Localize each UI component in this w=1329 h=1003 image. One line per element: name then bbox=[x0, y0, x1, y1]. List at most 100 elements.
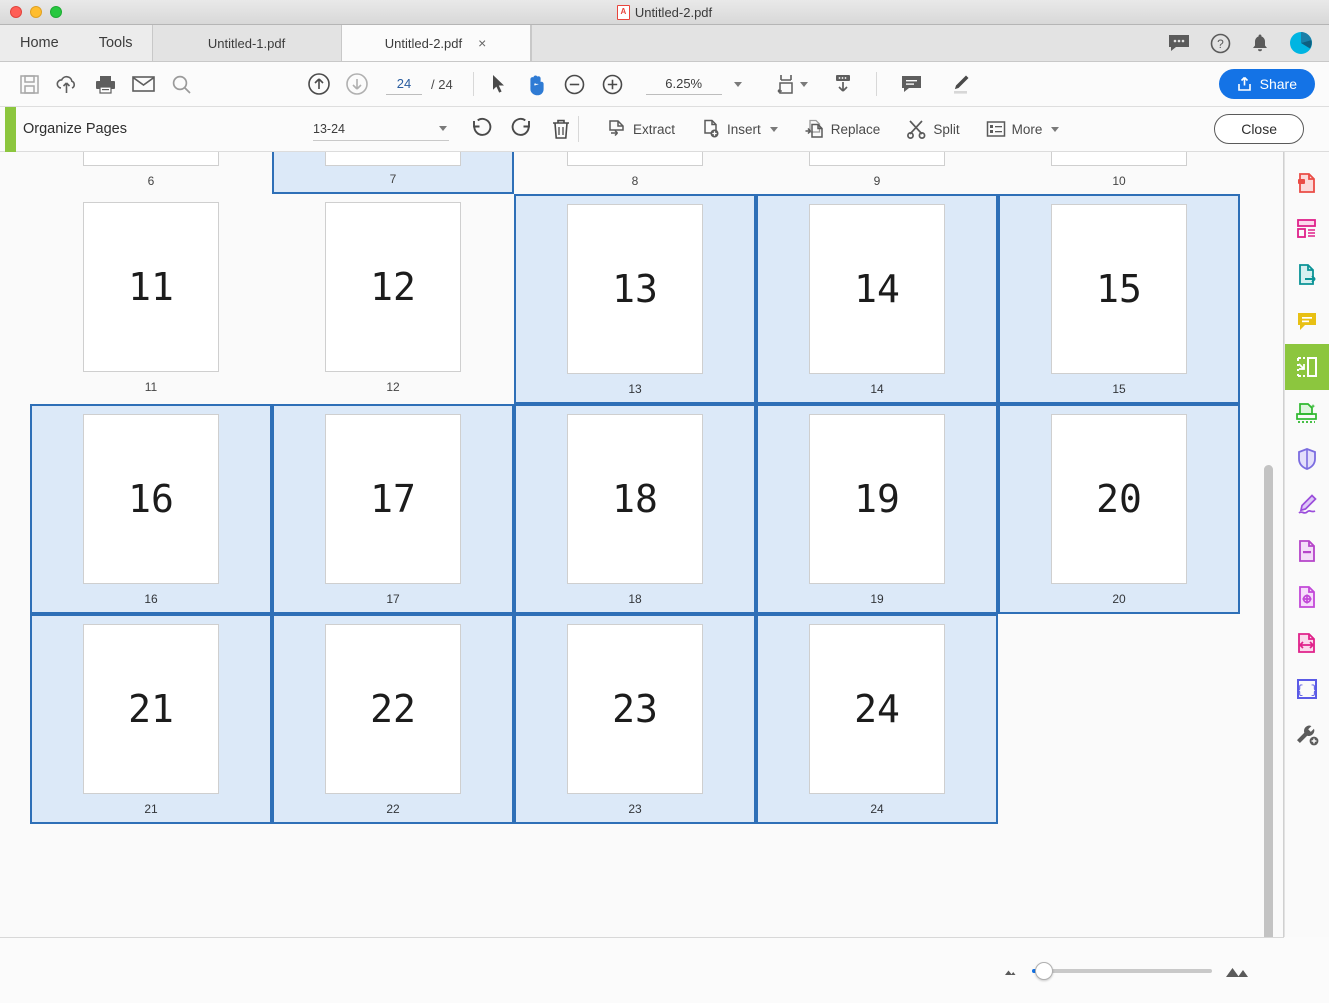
sidebar-item-redact[interactable] bbox=[1285, 574, 1329, 620]
insert-button[interactable]: Insert bbox=[692, 113, 787, 145]
page-thumbnail-20[interactable]: 20 20 bbox=[998, 404, 1240, 614]
bell-icon[interactable] bbox=[1251, 33, 1269, 53]
slider-knob[interactable] bbox=[1035, 961, 1053, 980]
rotate-clockwise-icon[interactable] bbox=[502, 112, 540, 146]
sidebar-item-optimize-pdf[interactable] bbox=[1285, 620, 1329, 666]
replace-button[interactable]: Replace bbox=[795, 113, 890, 145]
replace-icon bbox=[804, 119, 825, 139]
nav-home[interactable]: Home bbox=[0, 25, 79, 61]
page-thumbnail-image bbox=[325, 152, 461, 166]
sidebar-item-fill-and-sign[interactable] bbox=[1285, 482, 1329, 528]
sidebar-item-organize-pages[interactable] bbox=[1284, 344, 1329, 390]
nav-tools[interactable]: Tools bbox=[79, 25, 153, 61]
zoom-in-icon[interactable] bbox=[594, 67, 632, 101]
sidebar-item-prepare-form[interactable]: { } bbox=[1285, 666, 1329, 712]
page-thumbnail-image: 21 bbox=[83, 624, 219, 794]
page-thumbnail-image: 14 bbox=[809, 204, 945, 374]
large-thumbnail-icon[interactable] bbox=[1224, 962, 1254, 980]
tab-untitled-2[interactable]: Untitled-2.pdf × bbox=[340, 25, 531, 61]
thumbnail-size-slider[interactable] bbox=[1032, 961, 1212, 980]
small-thumbnail-icon[interactable] bbox=[1000, 964, 1020, 978]
page-thumbnail-10[interactable]: 10 bbox=[998, 152, 1240, 194]
page-thumbnail-24[interactable]: 24 24 bbox=[756, 614, 998, 824]
sidebar-item-export-pdf[interactable] bbox=[1285, 252, 1329, 298]
page-up-icon[interactable] bbox=[300, 67, 338, 101]
page-thumbnail-17[interactable]: 17 17 bbox=[272, 404, 514, 614]
extract-button[interactable]: Extract bbox=[598, 113, 684, 145]
trash-icon[interactable] bbox=[542, 112, 580, 146]
tab-untitled-1[interactable]: Untitled-1.pdf bbox=[151, 25, 342, 61]
zoom-level-field[interactable]: 6.25% bbox=[645, 73, 722, 95]
zoom-out-icon[interactable] bbox=[556, 67, 594, 101]
sidebar-item-more-tools-wrench[interactable] bbox=[1285, 712, 1329, 758]
tab-close-icon[interactable]: × bbox=[478, 36, 486, 50]
page-thumbnail-15[interactable]: 15 15 bbox=[998, 194, 1240, 404]
rotate-counterclockwise-icon[interactable] bbox=[462, 112, 500, 146]
page-thumbnail-9[interactable]: 9 bbox=[756, 152, 998, 194]
page-caption: 6 bbox=[147, 174, 155, 188]
page-thumbnail-13[interactable]: 13 13 bbox=[514, 194, 756, 404]
page-thumbnail-image: 18 bbox=[567, 414, 703, 584]
close-organize-button[interactable]: Close bbox=[1214, 114, 1304, 144]
page-thumbnail-21[interactable]: 21 21 bbox=[30, 614, 272, 824]
sidebar-item-protect-shield[interactable] bbox=[1285, 436, 1329, 482]
page-scroll-icon[interactable] bbox=[824, 67, 862, 101]
redact-icon bbox=[1296, 585, 1318, 609]
save-icon[interactable] bbox=[10, 67, 48, 101]
comment-icon[interactable] bbox=[893, 67, 931, 101]
acrobat-window: A Untitled-2.pdf Home Tools Untitled-1.p… bbox=[0, 0, 1329, 1003]
page-caption: 17 bbox=[386, 592, 400, 606]
page-thumbnail-16[interactable]: 16 16 bbox=[30, 404, 272, 614]
more-label: More bbox=[1011, 121, 1043, 137]
avatar[interactable] bbox=[1289, 31, 1313, 55]
extract-label: Extract bbox=[633, 121, 676, 137]
main-toolbar: / 24 6.25% bbox=[0, 62, 1329, 107]
organize-pages-title: Organize Pages bbox=[23, 121, 127, 137]
page-thumbnail-22[interactable]: 22 22 bbox=[272, 614, 514, 824]
vertical-scrollbar[interactable] bbox=[1264, 465, 1273, 937]
split-button[interactable]: Split bbox=[897, 113, 968, 145]
sidebar-item-create-pdf[interactable] bbox=[1285, 160, 1329, 206]
tab-bar-right-icons: ? bbox=[1152, 25, 1329, 61]
page-thumbnail-14[interactable]: 14 14 bbox=[756, 194, 998, 404]
print-icon[interactable] bbox=[86, 67, 124, 101]
svg-text:?: ? bbox=[1217, 37, 1224, 51]
page-thumbnail-8[interactable]: 8 bbox=[514, 152, 756, 194]
page-number-input[interactable] bbox=[386, 73, 422, 95]
sidebar-item-enhance-scans[interactable] bbox=[1285, 390, 1329, 436]
comment-bubble-icon[interactable] bbox=[1168, 34, 1190, 52]
more-button[interactable]: More bbox=[977, 113, 1069, 145]
page-thumbnail-18[interactable]: 18 18 bbox=[514, 404, 756, 614]
page-row: 21 21 22 22 23 23 24 24 bbox=[30, 614, 1253, 824]
page-thumbnail-23[interactable]: 23 23 bbox=[514, 614, 756, 824]
hand-tool-icon[interactable] bbox=[518, 67, 556, 101]
page-thumbnail-image: 15 bbox=[1051, 204, 1187, 374]
edit-pdf-icon bbox=[1295, 217, 1319, 241]
highlight-pen-icon[interactable] bbox=[941, 67, 979, 101]
fit-page-caret-icon[interactable] bbox=[799, 81, 808, 87]
tab-label: Untitled-2.pdf bbox=[384, 35, 463, 51]
zoom-dropdown-caret-icon[interactable] bbox=[733, 81, 742, 87]
sidebar-item-edit-pdf[interactable] bbox=[1285, 206, 1329, 252]
comment-tool-icon bbox=[1295, 310, 1319, 333]
page-thumbnails-panel[interactable]: 6 7 8 9 10 11 11 12 12 13 13 14 14 15 15 16 16 17 17 18 18 1… bbox=[0, 152, 1284, 937]
page-thumbnail-19[interactable]: 19 19 bbox=[756, 404, 998, 614]
sidebar-item-send-for-signature[interactable] bbox=[1285, 528, 1329, 574]
search-icon[interactable] bbox=[162, 67, 200, 101]
upload-cloud-icon[interactable] bbox=[48, 67, 86, 101]
page-thumbnail-11[interactable]: 11 11 bbox=[30, 194, 272, 404]
page-caption: 9 bbox=[873, 174, 881, 188]
page-down-icon[interactable] bbox=[338, 67, 376, 101]
page-thumbnail-7[interactable]: 7 bbox=[272, 152, 514, 194]
page-thumbnail-12[interactable]: 12 12 bbox=[272, 194, 514, 404]
share-button[interactable]: Share bbox=[1218, 69, 1315, 99]
tools-sidebar: { } bbox=[1284, 152, 1329, 937]
page-row: 16 16 17 17 18 18 19 19 20 20 bbox=[30, 404, 1253, 614]
email-icon[interactable] bbox=[124, 67, 162, 101]
page-range-select[interactable]: 13-24 bbox=[313, 117, 449, 141]
more-tools-wrench-icon bbox=[1295, 723, 1320, 747]
cursor-select-icon[interactable] bbox=[480, 67, 518, 101]
sidebar-item-comment-tool[interactable] bbox=[1285, 298, 1329, 344]
page-thumbnail-6[interactable]: 6 bbox=[30, 152, 272, 194]
help-circle-icon[interactable]: ? bbox=[1210, 33, 1231, 54]
